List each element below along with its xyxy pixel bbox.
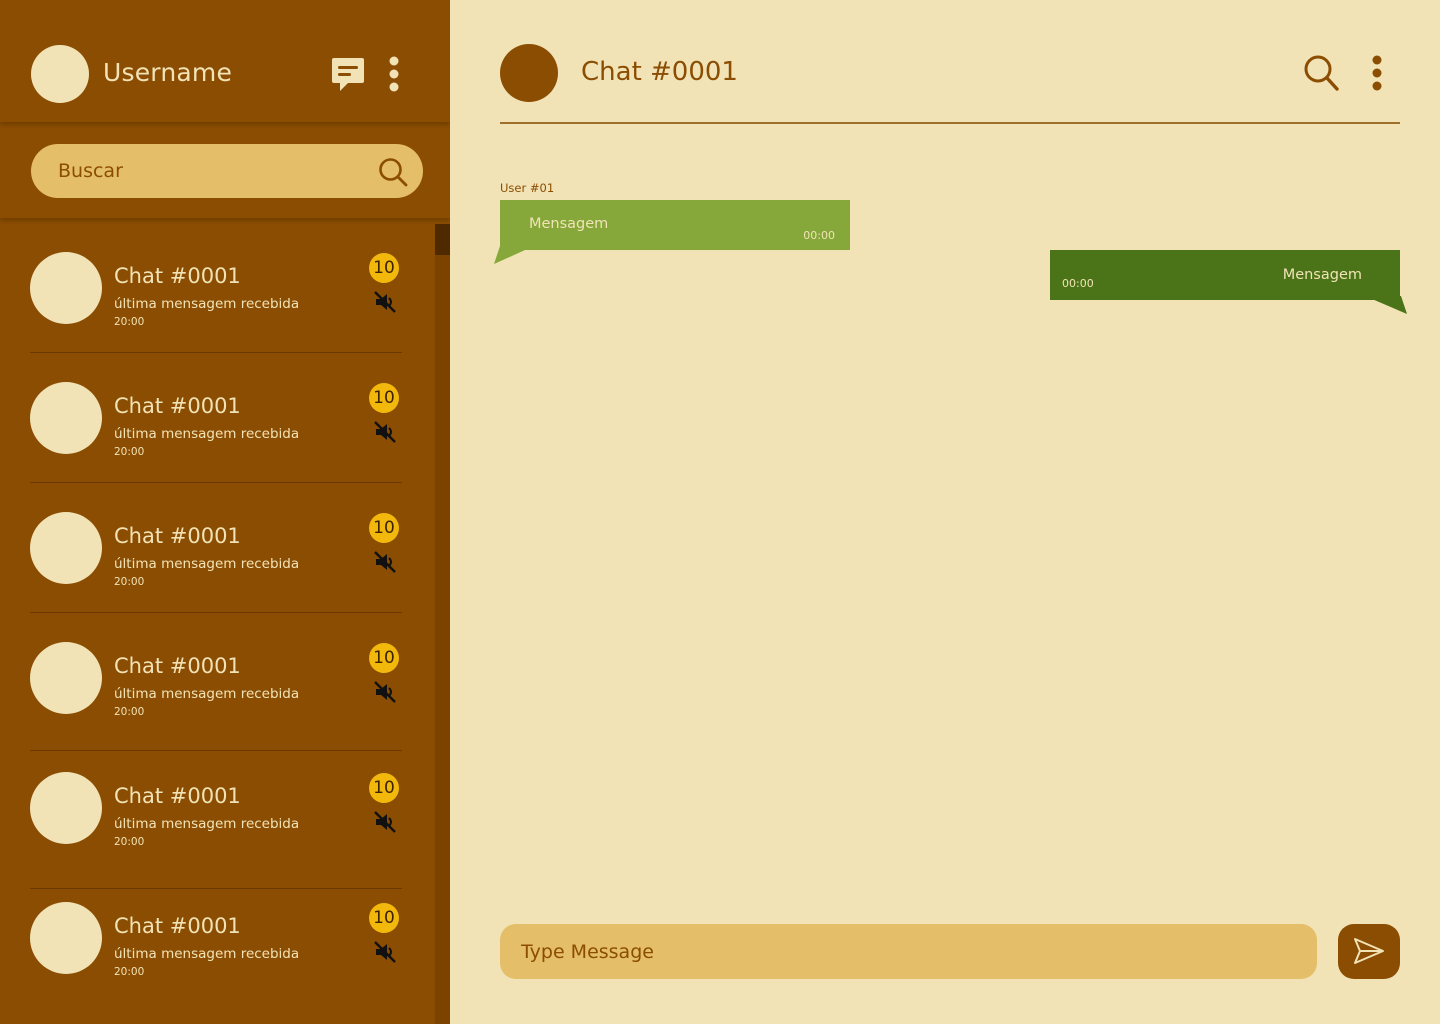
chat-list-item[interactable]: Chat #0001 última mensagem recebida 20:0… (0, 874, 430, 1004)
chat-panel: Chat #0001 User #01 Mensagem 00:00 00:00… (450, 0, 1440, 1024)
chat-last-message: última mensagem recebida (114, 686, 300, 702)
chat-list-item[interactable]: Chat #0001 última mensagem recebida 20:0… (0, 484, 430, 614)
chat-last-message: última mensagem recebida (114, 816, 300, 832)
kebab-menu-icon[interactable] (1368, 54, 1386, 92)
speaker-muted-icon (374, 681, 396, 703)
chat-time: 20:00 (114, 316, 145, 328)
chat-title: Chat #0001 (114, 524, 241, 548)
unread-badge: 10 (369, 383, 399, 413)
header-divider (500, 122, 1400, 124)
chat-avatar (30, 512, 102, 584)
chat-avatar (30, 382, 102, 454)
chat-time: 20:00 (114, 576, 145, 588)
message-text: Mensagem (529, 216, 609, 232)
chat-bubble-icon[interactable] (331, 56, 365, 92)
chat-time: 20:00 (114, 966, 145, 978)
unread-badge: 10 (369, 643, 399, 673)
search-icon[interactable] (1303, 54, 1339, 92)
message-input[interactable] (500, 924, 1317, 979)
chat-time: 20:00 (114, 446, 145, 458)
message-time: 00:00 (803, 229, 835, 242)
message-sender: User #01 (500, 181, 555, 195)
chat-title: Chat #0001 (114, 914, 241, 938)
chat-last-message: última mensagem recebida (114, 296, 300, 312)
unread-badge: 10 (369, 513, 399, 543)
chat-avatar[interactable] (500, 44, 558, 102)
message-bubble-incoming[interactable]: Mensagem 00:00 (500, 200, 850, 250)
chat-avatar (30, 642, 102, 714)
speaker-muted-icon (374, 811, 396, 833)
user-avatar[interactable] (31, 45, 89, 103)
search-bar (0, 122, 450, 218)
message-bubble-outgoing[interactable]: 00:00 Mensagem (1050, 250, 1400, 300)
chat-title: Chat #0001 (114, 264, 241, 288)
chat-title: Chat #0001 (114, 394, 241, 418)
chat-last-message: última mensagem recebida (114, 426, 300, 442)
chat-list-item[interactable]: Chat #0001 última mensagem recebida 20:0… (0, 744, 430, 874)
unread-badge: 10 (369, 773, 399, 803)
send-icon (1354, 938, 1384, 964)
message-text: Mensagem (1282, 267, 1362, 283)
username: Username (103, 58, 233, 87)
kebab-menu-icon[interactable] (385, 56, 403, 92)
message-time: 00:00 (1062, 277, 1094, 290)
speaker-muted-icon (374, 551, 396, 573)
chat-last-message: última mensagem recebida (114, 556, 300, 572)
sidebar-header: Username (0, 0, 450, 122)
speaker-muted-icon (374, 421, 396, 443)
sidebar: Username Chat #0001 úl (0, 0, 450, 1024)
scrollbar-thumb[interactable] (435, 224, 450, 255)
chat-app: Username Chat #0001 úl (0, 0, 1440, 1024)
speaker-muted-icon (374, 941, 396, 963)
chat-list-item[interactable]: Chat #0001 última mensagem recebida 20:0… (0, 224, 430, 354)
chat-title: Chat #0001 (114, 654, 241, 678)
divider (30, 612, 402, 613)
unread-badge: 10 (369, 253, 399, 283)
search-input[interactable] (31, 144, 423, 198)
chat-avatar (30, 902, 102, 974)
speaker-muted-icon (374, 291, 396, 313)
chat-list-item[interactable]: Chat #0001 última mensagem recebida 20:0… (0, 354, 430, 484)
chat-last-message: última mensagem recebida (114, 946, 300, 962)
send-button[interactable] (1338, 924, 1400, 979)
chat-time: 20:00 (114, 706, 145, 718)
chat-avatar (30, 772, 102, 844)
divider (30, 352, 402, 353)
unread-badge: 10 (369, 903, 399, 933)
chat-list-item[interactable]: Chat #0001 última mensagem recebida 20:0… (0, 614, 430, 744)
chat-avatar (30, 252, 102, 324)
scrollbar-track[interactable] (435, 224, 450, 1024)
search-icon[interactable] (378, 157, 408, 187)
chat-time: 20:00 (114, 836, 145, 848)
divider (30, 482, 402, 483)
chat-title: Chat #0001 (114, 784, 241, 808)
chat-title: Chat #0001 (581, 57, 738, 87)
